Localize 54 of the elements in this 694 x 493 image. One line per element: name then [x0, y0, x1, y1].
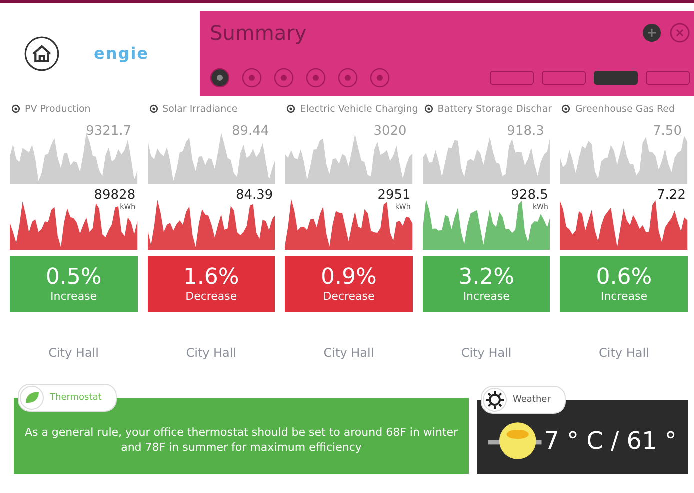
change-direction: Increase: [463, 290, 510, 303]
logo: engie: [94, 44, 150, 63]
metric-title: Battery Storage Dischar: [438, 104, 552, 114]
previous-value: 2951: [378, 188, 411, 203]
range-button[interactable]: [542, 71, 586, 85]
previous-value: 928.5: [511, 188, 548, 203]
view-icon[interactable]: [306, 68, 326, 88]
metric-icon: [422, 103, 435, 115]
view-icon[interactable]: [338, 68, 358, 88]
previous-value: 84.39: [236, 188, 274, 203]
view-icon[interactable]: [210, 68, 230, 88]
view-icon[interactable]: [274, 68, 294, 88]
tag-label: Weather: [513, 395, 551, 405]
home-icon[interactable]: [24, 36, 60, 72]
metric-icon: [10, 103, 22, 115]
current-value: 7.50: [653, 124, 682, 139]
view-icon[interactable]: [370, 68, 390, 88]
site-name: City Hall: [460, 346, 513, 360]
metric-title: Electric Vehicle Charging: [300, 104, 418, 114]
change-percent: 0.6%: [596, 265, 652, 290]
metric-icon: [560, 103, 572, 115]
change-direction: Increase: [50, 290, 98, 303]
metric-title: Greenhouse Gas Red: [575, 104, 676, 114]
site-name: City Hall: [322, 346, 376, 360]
change-percent: 1.6%: [183, 265, 240, 290]
change-direction: Decrease: [186, 290, 238, 303]
change-direction: Increase: [600, 290, 648, 303]
site-name: City Hall: [598, 346, 650, 360]
current-value: 89.44: [232, 124, 270, 139]
plus-icon[interactable]: [642, 23, 662, 43]
change-direction: Decrease: [323, 290, 375, 303]
range-button[interactable]: [646, 71, 690, 85]
close-icon[interactable]: [670, 23, 690, 43]
metric-title: Solar Irradiance: [162, 104, 238, 114]
site-name: City Hall: [48, 346, 100, 360]
previous-value: 7.22: [657, 188, 686, 203]
temperature-reading: 7 ° C / 61 °: [544, 427, 677, 455]
thermostat-tip: As a general rule, your office thermostat should be set to around 68F in winter and 78F in summer for maximum efficiency: [24, 424, 460, 456]
metric-icon: [285, 103, 298, 115]
change-percent: 0.9%: [321, 265, 377, 290]
tag-label: Thermostat: [50, 393, 102, 403]
current-value: 3020: [374, 124, 407, 139]
metric-icon: [148, 103, 160, 115]
metric-title: PV Production: [25, 104, 91, 114]
range-button[interactable]: [490, 71, 534, 85]
previous-value: 89828: [94, 188, 136, 203]
change-percent: 3.2%: [458, 265, 515, 290]
current-value: 918.3: [507, 124, 544, 139]
view-icon[interactable]: [242, 68, 262, 88]
current-value: 9321.7: [86, 124, 132, 139]
site-name: City Hall: [185, 346, 238, 360]
page-title: Summary: [210, 21, 307, 45]
range-button[interactable]: [594, 71, 638, 85]
change-percent: 0.5%: [46, 265, 102, 290]
